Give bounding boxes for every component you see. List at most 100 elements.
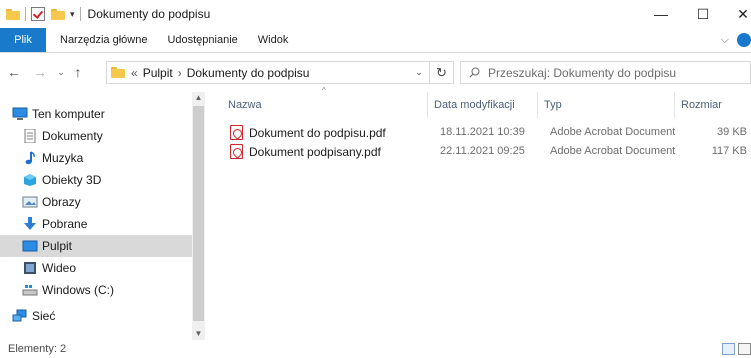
file-type: Adobe Acrobat Document xyxy=(550,145,676,157)
up-button[interactable]: ↑ xyxy=(68,64,88,80)
tab-home[interactable]: Narzędzia główne xyxy=(46,34,157,46)
tab-file[interactable]: Plik xyxy=(0,28,46,52)
close-button[interactable]: ✕ xyxy=(720,0,751,28)
details-view-icon[interactable] xyxy=(722,343,735,355)
sidebar-item-desktop[interactable]: Pulpit xyxy=(0,235,192,257)
sidebar-item-label: Wideo xyxy=(42,261,77,275)
forward-button[interactable]: → xyxy=(30,64,50,80)
sidebar-item-music[interactable]: Muzyka xyxy=(0,147,192,169)
file-date: 18.11.2021 10:39 xyxy=(440,126,525,138)
file-name-cell[interactable]: Dokument podpisany.pdf xyxy=(230,144,381,159)
drive-icon xyxy=(22,285,38,296)
file-name-cell[interactable]: Dokument do podpisu.pdf xyxy=(230,125,386,140)
file-date: 22.11.2021 09:25 xyxy=(440,145,525,157)
navigation-scrollbar[interactable]: ▲ ▼ xyxy=(192,92,205,340)
toolbar-separator xyxy=(25,7,26,21)
sidebar-item-this-pc[interactable]: Ten komputer xyxy=(0,103,192,125)
help-icon[interactable] xyxy=(737,33,751,47)
item-count: Elementy: 2 xyxy=(8,343,67,355)
pdf-icon xyxy=(230,125,243,140)
refresh-icon: ↻ xyxy=(436,64,447,80)
tab-view[interactable]: Widok xyxy=(248,34,299,46)
file-name: Dokument podpisany.pdf xyxy=(249,144,381,159)
search-placeholder: Przeszukaj: Dokumenty do podpisu xyxy=(488,65,677,80)
network-icon xyxy=(12,309,27,322)
video-icon xyxy=(24,262,36,274)
column-header-label: Data modyfikacji xyxy=(434,99,515,111)
title-bar: ▾ Dokumenty do podpisu — ☐ ✕ xyxy=(0,0,751,28)
objects-3d-icon xyxy=(24,174,36,186)
scroll-down-icon[interactable]: ▼ xyxy=(192,328,205,340)
ribbon-controls: ⌵ xyxy=(721,28,751,52)
column-header-type[interactable]: Typ xyxy=(538,92,675,118)
sidebar-item-label: Muzyka xyxy=(42,151,84,165)
maximize-icon: ☐ xyxy=(696,5,710,22)
quick-access-toolbar: ▾ Dokumenty do podpisu xyxy=(0,0,210,28)
column-header-label: Rozmiar xyxy=(681,99,722,111)
file-list: ^ Nazwa Data modyfikacji Typ Rozmiar Dok… xyxy=(222,86,751,340)
sidebar-item-pictures[interactable]: Obrazy xyxy=(0,191,192,213)
tab-share[interactable]: Udostępnianie xyxy=(157,34,247,46)
navigation-pane: Ten komputer Dokumenty Muzyka Obiekty 3D… xyxy=(0,92,205,340)
documents-icon xyxy=(24,129,36,143)
search-icon xyxy=(469,67,480,78)
file-row[interactable]: Dokument do podpisu.pdf 18.11.2021 10:39… xyxy=(222,124,751,142)
status-bar: Elementy: 2 xyxy=(0,340,751,358)
breadcrumb-item-current[interactable]: Dokumenty do podpisu xyxy=(187,66,310,80)
sidebar-item-network[interactable]: Sieć xyxy=(0,305,192,327)
desktop-icon xyxy=(22,240,38,252)
toolbar-separator xyxy=(79,7,81,21)
sidebar-item-downloads[interactable]: Pobrane xyxy=(0,213,192,235)
close-icon: ✕ xyxy=(737,5,749,22)
breadcrumb-item-desktop[interactable]: Pulpit xyxy=(143,66,173,80)
navigation-bar: ← → ⌄ ↑ « Pulpit › Dokumenty do podpisu … xyxy=(0,58,751,86)
back-button[interactable]: ← xyxy=(4,64,24,80)
sidebar-item-label: Windows (C:) xyxy=(42,283,115,297)
customize-toolbar-icon[interactable]: ▾ xyxy=(70,9,75,20)
computer-icon xyxy=(12,107,28,120)
new-folder-icon[interactable] xyxy=(51,8,65,20)
sidebar-item-label: Pulpit xyxy=(42,239,73,253)
music-icon xyxy=(25,151,35,165)
expand-ribbon-icon[interactable]: ⌵ xyxy=(721,34,729,47)
file-size: 39 KB xyxy=(717,126,747,138)
scroll-up-icon[interactable]: ▲ xyxy=(192,92,205,104)
sidebar-item-label: Sieć xyxy=(32,309,56,323)
sidebar-item-video[interactable]: Wideo xyxy=(0,257,192,279)
minimize-button[interactable]: — xyxy=(638,0,684,28)
column-header-date[interactable]: Data modyfikacji xyxy=(428,92,538,118)
minimize-icon: — xyxy=(654,6,668,22)
large-icons-view-icon[interactable] xyxy=(738,343,751,355)
downloads-icon xyxy=(24,217,36,230)
column-header-label: Nazwa xyxy=(228,99,262,111)
sidebar-item-label: Ten komputer xyxy=(32,107,105,121)
properties-icon[interactable] xyxy=(31,7,45,21)
column-header-label: Typ xyxy=(544,99,562,111)
file-size: 117 KB xyxy=(711,145,747,157)
recent-locations-button[interactable]: ⌄ xyxy=(54,67,68,78)
sidebar-item-label: Dokumenty xyxy=(42,129,103,143)
ribbon: Plik Narzędzia główne Udostępnianie Wido… xyxy=(0,28,751,53)
column-header-name[interactable]: ^ Nazwa xyxy=(222,86,428,118)
pdf-icon xyxy=(230,144,243,159)
sidebar-item-3d-objects[interactable]: Obiekty 3D xyxy=(0,169,192,191)
file-name: Dokument do podpisu.pdf xyxy=(249,125,386,140)
pictures-icon xyxy=(22,196,38,208)
view-toggle xyxy=(719,343,751,355)
sidebar-item-documents[interactable]: Dokumenty xyxy=(0,125,192,147)
file-row[interactable]: Dokument podpisany.pdf 22.11.2021 09:25 … xyxy=(222,143,751,161)
sort-ascending-icon: ^ xyxy=(322,86,326,95)
refresh-button[interactable]: ↻ xyxy=(430,61,454,84)
address-bar[interactable]: « Pulpit › Dokumenty do podpisu ⌄ xyxy=(106,61,430,84)
folder-icon[interactable] xyxy=(6,8,20,20)
sidebar-item-windows-c[interactable]: Windows (C:) xyxy=(0,279,192,301)
column-header-size[interactable]: Rozmiar xyxy=(675,92,751,118)
overflow-chevron[interactable]: « xyxy=(131,66,138,80)
address-dropdown-icon[interactable]: ⌄ xyxy=(409,62,429,83)
search-input[interactable]: Przeszukaj: Dokumenty do podpisu xyxy=(460,61,751,84)
desktop-folder-icon xyxy=(111,67,125,78)
sidebar-item-label: Pobrane xyxy=(42,217,88,231)
breadcrumb-separator-icon[interactable]: › xyxy=(178,66,182,80)
sidebar-item-label: Obrazy xyxy=(42,195,81,209)
scrollbar-thumb[interactable] xyxy=(193,106,204,321)
